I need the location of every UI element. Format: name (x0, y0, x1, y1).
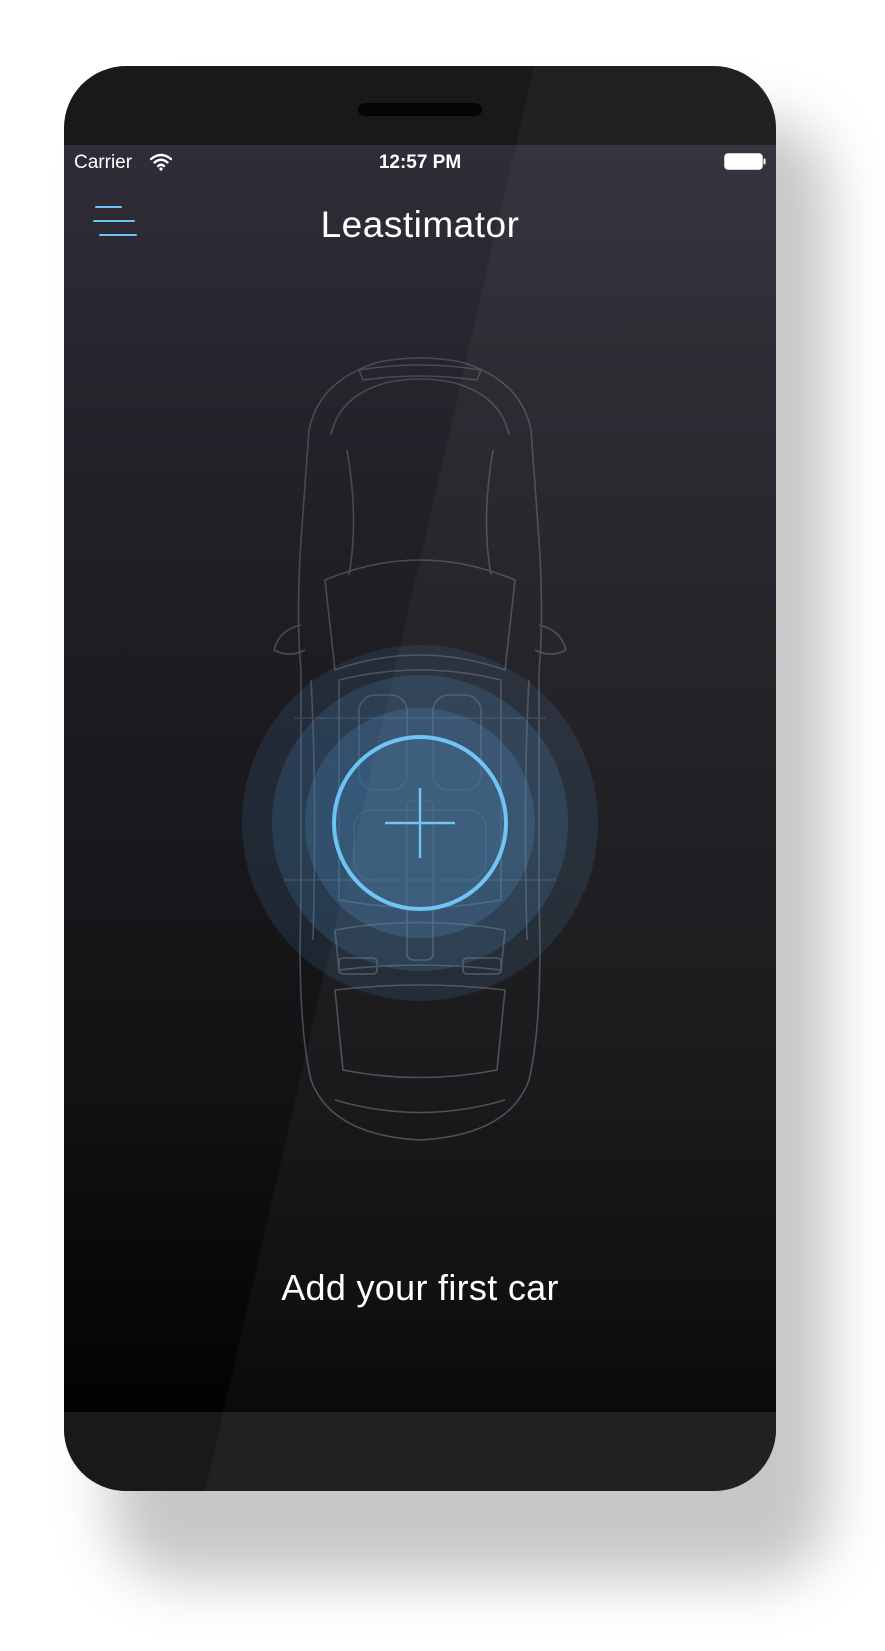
phone-frame: Carrier 12:57 PM Leastimator Add your fi… (64, 66, 776, 1491)
add-car-button[interactable] (240, 643, 600, 1003)
earpiece-speaker (358, 103, 482, 116)
device-bottom-bezel (64, 1412, 776, 1491)
battery-full-icon (724, 153, 766, 170)
screenshot-canvas: Carrier 12:57 PM Leastimator Add your fi… (0, 0, 885, 1651)
add-first-car-label[interactable]: Add your first car (64, 1267, 776, 1309)
status-bar: Carrier 12:57 PM (64, 145, 776, 181)
navigation-bar: Leastimator (64, 185, 776, 261)
app-screen: Carrier 12:57 PM Leastimator Add your fi… (64, 145, 776, 1412)
page-title: Leastimator (320, 204, 520, 245)
status-time: 12:57 PM (378, 152, 462, 173)
